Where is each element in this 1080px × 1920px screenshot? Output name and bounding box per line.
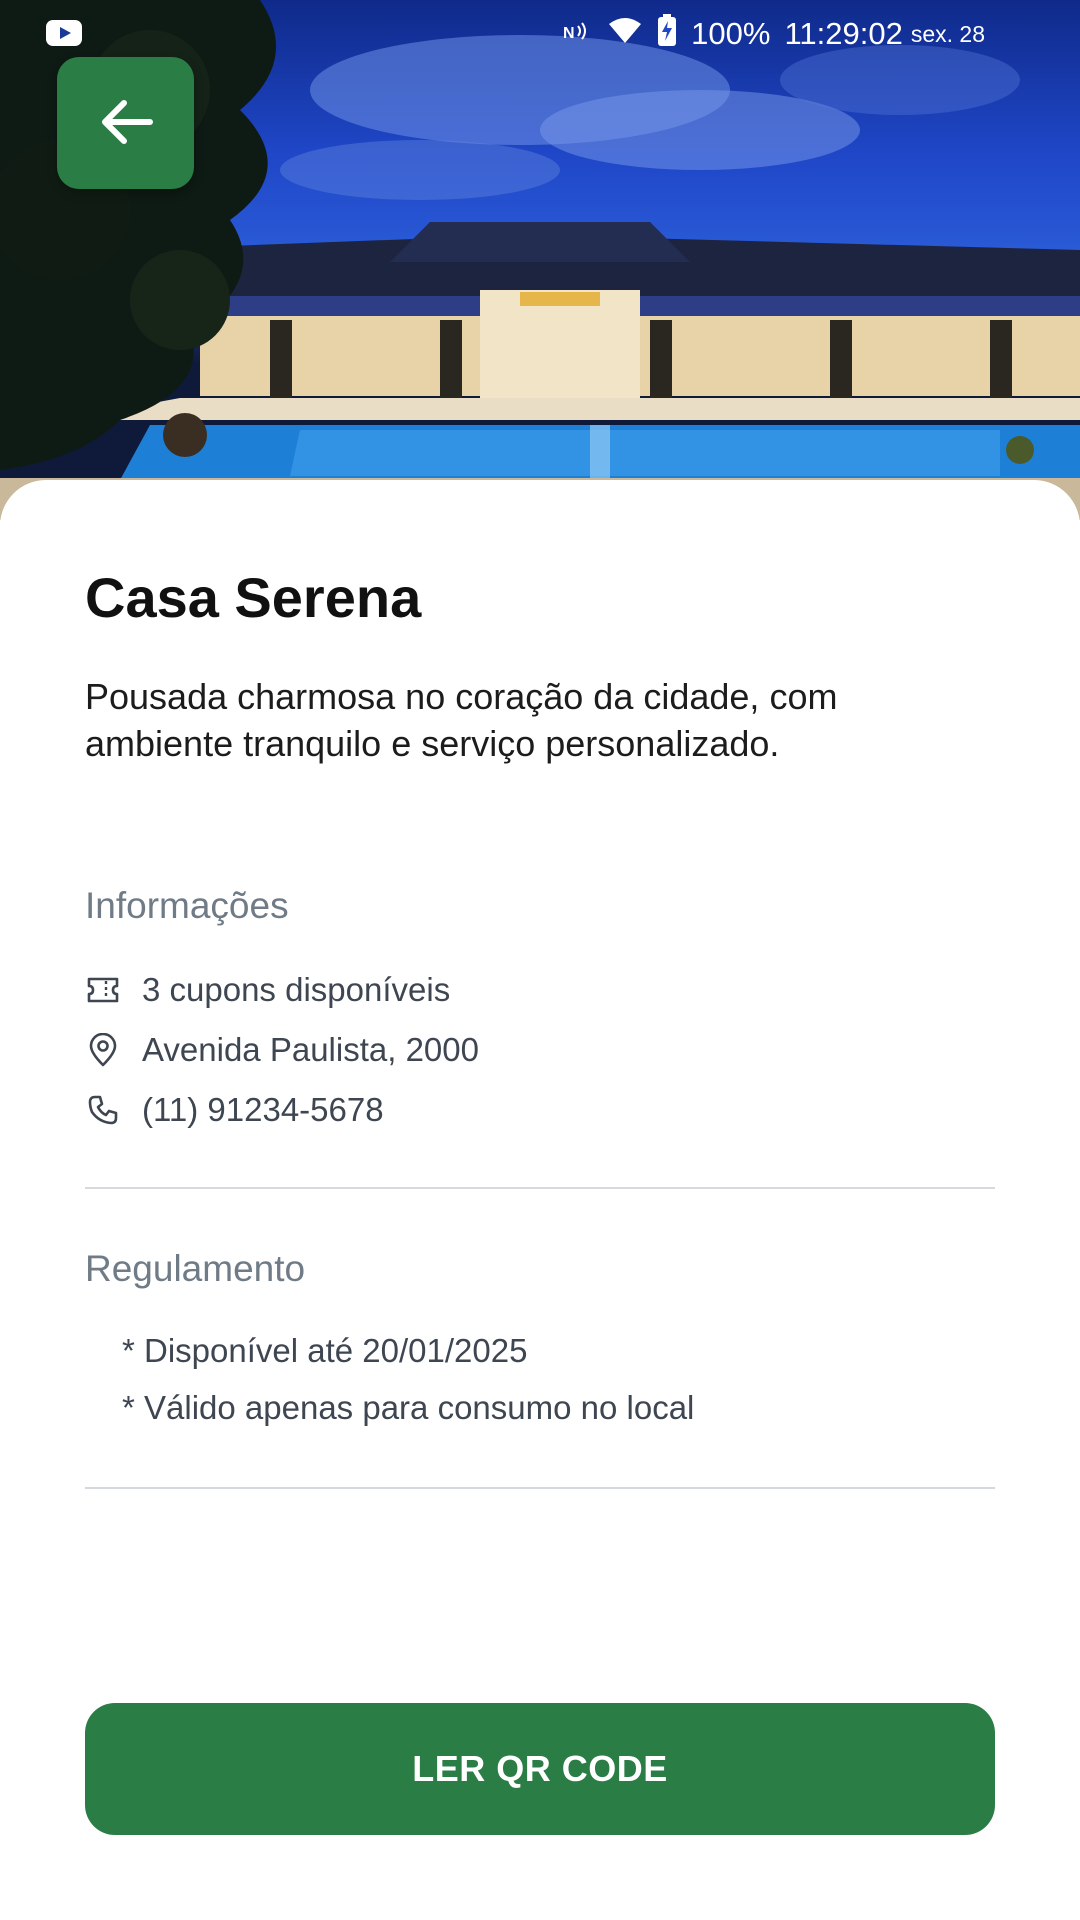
ticket-icon — [85, 972, 121, 1008]
back-button[interactable] — [57, 57, 194, 189]
wifi-icon — [607, 16, 643, 52]
youtube-icon — [46, 20, 82, 46]
info-item-phone: (11) 91234-5678 — [85, 1086, 384, 1134]
svg-text:N: N — [563, 25, 575, 42]
info-heading: Informações — [85, 885, 289, 926]
phone-icon — [85, 1092, 121, 1128]
clock-time: 11:29:02 — [784, 16, 903, 51]
address-text: Avenida Paulista, 2000 — [142, 1031, 479, 1068]
divider — [85, 1187, 995, 1189]
battery-charging-icon — [657, 14, 677, 54]
page-title: Casa Serena — [85, 566, 422, 629]
phone-text: (11) 91234-5678 — [142, 1091, 384, 1128]
rule-item: * Disponível até 20/01/2025 — [122, 1332, 528, 1369]
scan-qr-code-button[interactable]: LER QR CODE — [85, 1703, 995, 1835]
details-sheet: Casa Serena Pousada charmosa no coração … — [0, 480, 1080, 1920]
nfc-icon: N — [563, 16, 593, 52]
date-label: sex. 28 — [910, 20, 985, 47]
arrow-left-icon — [98, 98, 154, 149]
rules-heading: Regulamento — [85, 1248, 306, 1289]
battery-percentage: 100% — [691, 16, 771, 51]
info-item-address: Avenida Paulista, 2000 — [85, 1026, 479, 1074]
coupons-text: 3 cupons disponíveis — [142, 971, 451, 1008]
divider — [85, 1487, 995, 1489]
info-item-coupons: 3 cupons disponíveis — [85, 966, 450, 1014]
location-pin-icon — [85, 1032, 121, 1068]
place-description: Pousada charmosa no coração da cidade, c… — [85, 676, 838, 764]
rule-item: * Válido apenas para consumo no local — [122, 1389, 695, 1426]
